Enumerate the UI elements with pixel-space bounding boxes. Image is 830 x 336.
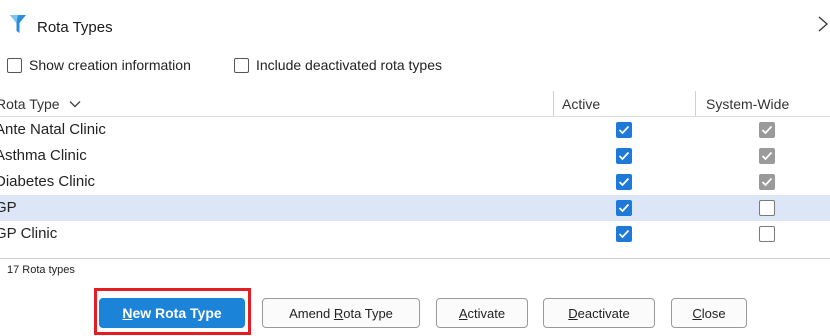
activate-button[interactable]: Activate [436, 298, 528, 328]
system-wide-checkbox [759, 226, 775, 242]
column-header-system-wide[interactable]: System-Wide [695, 91, 830, 117]
rota-type-name: GP Clinic [0, 225, 58, 242]
button-label: ctivate [467, 305, 506, 321]
system-wide-checkbox [759, 122, 775, 138]
include-deactivated-label: Include deactivated rota types [256, 57, 443, 73]
checkbox-box[interactable] [234, 57, 249, 73]
system-wide-checkbox [759, 174, 775, 190]
check-icon [618, 125, 630, 135]
column-header-active[interactable]: Active [553, 91, 695, 117]
rota-type-name: Asthma Clinic [0, 147, 87, 164]
system-wide-checkbox [759, 148, 775, 164]
button-label: ew Rota Type [132, 305, 222, 321]
checkbox-box[interactable] [7, 57, 22, 73]
filter-funnel-icon [10, 15, 26, 33]
include-deactivated-checkbox[interactable]: Include deactivated rota types [234, 57, 442, 73]
record-count: 17 Rota types [7, 264, 75, 276]
rota-types-grid: Rota Type Active System-Wide Ante Natal … [0, 91, 830, 259]
mnemonic: R [333, 305, 344, 321]
table-row[interactable]: Asthma Clinic [0, 143, 830, 169]
check-icon [618, 177, 630, 187]
check-icon [761, 177, 773, 187]
button-label: Amend [289, 305, 334, 321]
button-label: eactivate [577, 305, 630, 321]
button-label: ota Type [343, 305, 393, 321]
rota-type-name: GP [0, 199, 17, 216]
new-rota-type-button[interactable]: New Rota Type [99, 298, 245, 328]
table-row[interactable]: GP [0, 195, 830, 221]
button-label: lose [701, 305, 726, 321]
rota-type-name: Diabetes Clinic [0, 173, 96, 190]
table-row[interactable]: Ante Natal Clinic [0, 117, 830, 143]
column-header-rota-type[interactable]: Rota Type [0, 91, 553, 117]
deactivate-button[interactable]: Deactivate [543, 298, 655, 328]
active-checkbox[interactable] [616, 200, 632, 216]
column-header-label: Rota Type [0, 96, 60, 112]
mnemonic: A [458, 305, 468, 321]
active-checkbox[interactable] [616, 148, 632, 164]
grid-header: Rota Type Active System-Wide [0, 91, 830, 117]
close-button[interactable]: Close [671, 298, 747, 328]
check-icon [761, 151, 773, 161]
check-icon [618, 151, 630, 161]
close-window-icon[interactable] [818, 14, 830, 34]
active-checkbox[interactable] [616, 174, 632, 190]
grid-footer-divider [0, 258, 830, 259]
show-creation-info-checkbox[interactable]: Show creation information [7, 57, 191, 73]
show-creation-info-label: Show creation information [29, 57, 191, 73]
active-checkbox[interactable] [616, 226, 632, 242]
table-row[interactable]: Diabetes Clinic [0, 169, 830, 195]
check-icon [761, 125, 773, 135]
check-icon [618, 229, 630, 239]
mnemonic: C [692, 305, 702, 321]
active-checkbox[interactable] [616, 122, 632, 138]
window-title: Rota Types [37, 19, 113, 36]
mnemonic: N [122, 305, 133, 321]
check-icon [618, 203, 630, 213]
system-wide-checkbox [759, 200, 775, 216]
rota-type-name: Ante Natal Clinic [0, 121, 106, 138]
table-row[interactable]: GP Clinic [0, 221, 830, 247]
title-bar: Rota Types [0, 0, 830, 52]
amend-rota-type-button[interactable]: Amend Rota Type [262, 298, 420, 328]
mnemonic: D [568, 305, 578, 321]
chevron-down-icon[interactable] [69, 100, 81, 108]
